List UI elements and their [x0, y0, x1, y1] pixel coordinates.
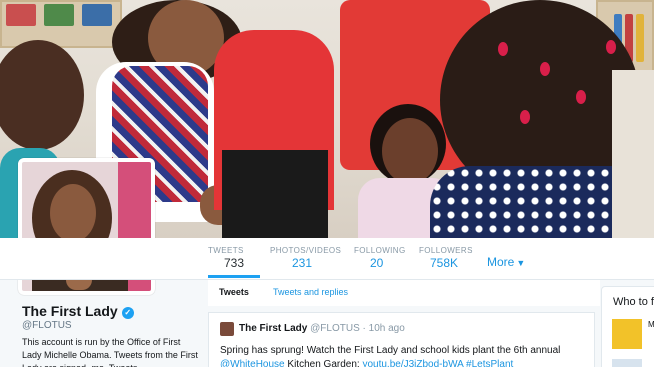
tab-tweets[interactable]: Tweets: [219, 287, 249, 297]
tweet-mention-link[interactable]: @WhiteHouse: [220, 359, 285, 367]
suggested-account-avatar[interactable]: [612, 319, 642, 349]
who-to-follow-title: Who to follow: [613, 296, 654, 308]
stat-followers[interactable]: FOLLOWERS 758K: [419, 238, 473, 278]
tweet-text-mid: Kitchen Garden:: [284, 359, 363, 367]
suggested-account-name[interactable]: M: [648, 320, 654, 329]
who-to-follow-panel: Who to follow M: [601, 286, 654, 367]
profile-name-text: The First Lady: [22, 303, 118, 319]
stat-value: 231: [292, 256, 313, 270]
tweet-text: Spring has sprung! Watch the First Lady …: [220, 344, 590, 367]
tweet-text-main: Spring has sprung! Watch the First Lady …: [220, 345, 561, 356]
tweet-author-handle[interactable]: @FLOTUS: [310, 323, 360, 334]
profile-name[interactable]: The First Lady ✓: [22, 303, 134, 319]
suggested-account-avatar[interactable]: [612, 359, 642, 367]
stat-label: FOLLOWERS: [419, 246, 473, 255]
child-head: [0, 40, 84, 150]
stat-label: FOLLOWING: [354, 246, 406, 255]
stat-label: PHOTOS/VIDEOS: [270, 246, 342, 255]
verified-badge-icon: ✓: [121, 307, 134, 319]
tweet-author-name[interactable]: The First Lady: [239, 323, 307, 334]
profile-nav-bar: TWEETS 733 PHOTOS/VIDEOS 231 FOLLOWING 2…: [0, 238, 654, 280]
profile-handle: @FLOTUS: [22, 320, 72, 331]
tab-tweets-and-replies[interactable]: Tweets and replies: [273, 287, 348, 297]
chevron-down-icon: ▼: [516, 258, 526, 268]
stat-value: 733: [224, 256, 245, 270]
timeline-tabs: Tweets Tweets and replies: [208, 280, 600, 306]
tweet-url-link[interactable]: youtu.be/J3iZbod-bWA: [362, 359, 463, 367]
tweet-hashtag-link[interactable]: #LetsPlant: [463, 359, 513, 367]
stat-value: 20: [370, 256, 384, 270]
tweet-avatar[interactable]: [220, 322, 234, 336]
stat-tweets[interactable]: TWEETS 733: [208, 238, 260, 278]
stat-photos-videos[interactable]: PHOTOS/VIDEOS 231: [270, 238, 342, 278]
stat-value: 758K: [430, 256, 459, 270]
more-label: More: [487, 255, 515, 269]
profile-bio: This account is run by the Office of Fir…: [22, 337, 198, 367]
tweet-timestamp[interactable]: · 10h ago: [363, 323, 405, 334]
stat-label: TWEETS: [208, 246, 244, 255]
stat-following[interactable]: FOLLOWING 20: [354, 238, 406, 278]
tweet-header: The First Lady @FLOTUS · 10h ago: [239, 323, 405, 334]
more-menu-button[interactable]: More ▼: [487, 255, 525, 269]
twitter-profile-page: TWEETS 733 PHOTOS/VIDEOS 231 FOLLOWING 2…: [0, 0, 654, 367]
tweet-card[interactable]: The First Lady @FLOTUS · 10h ago Spring …: [208, 312, 595, 367]
